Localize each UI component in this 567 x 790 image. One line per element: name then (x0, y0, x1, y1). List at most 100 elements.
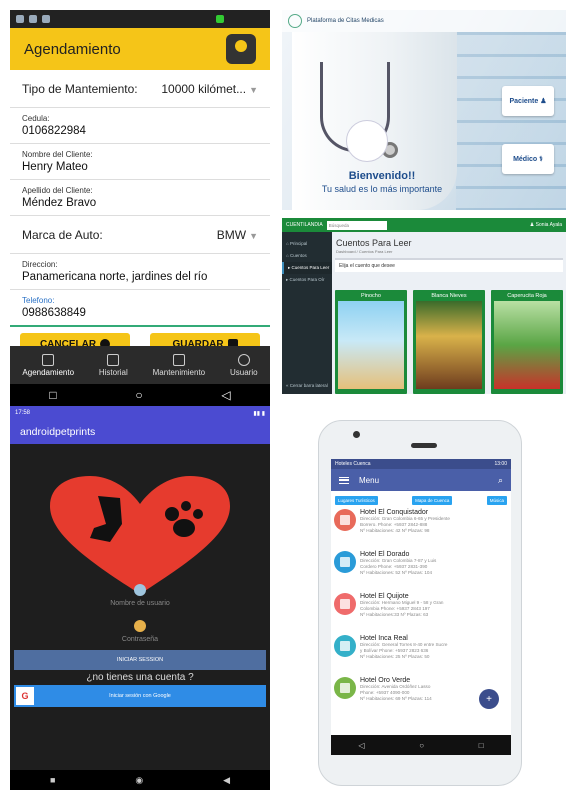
breadcrumb[interactable]: Dashboard / Cuentos Para Leer (332, 249, 566, 254)
user-icon (134, 584, 146, 596)
notification-icon (42, 15, 50, 23)
apellido-field[interactable]: Apellido del Cliente: Méndez Bravo (10, 180, 270, 216)
hotel-name: Hotel El Dorado (360, 551, 410, 558)
home-button[interactable]: ◉ (135, 775, 143, 786)
user-icon (237, 353, 250, 366)
hotel-avatar-icon (334, 593, 356, 615)
cedula-field[interactable]: Cedula: 0106822984 (10, 108, 270, 144)
list-item[interactable]: Hotel El Conquistador Dirección: Gran Co… (331, 507, 511, 549)
marca-select[interactable]: Marca de Auto: BMW ▼ (10, 216, 270, 254)
prompt-box: Elija el cuento que desee (335, 258, 563, 272)
story-cards: Pinocho Blanca Nieves Caperucita Roja (335, 290, 563, 394)
search-input[interactable]: Búsqueda (326, 220, 387, 230)
speaker-icon (411, 443, 437, 448)
story-card-pinocho[interactable]: Pinocho (335, 290, 407, 394)
back-button[interactable]: ◁ (358, 741, 364, 750)
book-icon (107, 353, 120, 366)
nombre-label: Nombre del Cliente: (22, 150, 93, 159)
home-button[interactable]: ○ (419, 741, 424, 750)
recents-button[interactable]: □ (49, 388, 56, 402)
list-item[interactable]: Hotel Inca Real Dirección: General Torre… (331, 633, 511, 675)
story-card-caperucita[interactable]: Caperucita Roja (491, 290, 563, 394)
cedula-label: Cedula: (22, 114, 50, 123)
telefono-value: 0988638849 (22, 307, 86, 319)
brand: CUENTILANDIA (286, 222, 323, 228)
nav-usuario[interactable]: Usuario (230, 353, 258, 377)
heart-logo (50, 476, 230, 594)
hotel-name: Hotel Oro Verde (360, 677, 411, 684)
hoteles-screen: Hoteles Cuenca 13:00 Menu ⌕ Lugares Turí… (331, 459, 511, 755)
nav-agendamiento[interactable]: Agendamiento (22, 353, 74, 377)
menu-title: Menu (359, 475, 380, 485)
medico-button[interactable]: Médico ⚕ (502, 144, 554, 174)
chip-musica[interactable]: Música (486, 496, 507, 505)
marca-value: BMW (216, 227, 247, 242)
sidebar-item-cuentos-oir[interactable]: ▸ Cuentos Para Oír (282, 274, 332, 286)
search-icon[interactable]: ⌕ (498, 475, 503, 486)
google-label: Iniciar sesión con Google (109, 693, 171, 699)
hotel-name: Hotel El Conquistador (360, 509, 429, 516)
password-label[interactable]: Contraseña (10, 636, 270, 643)
cedula-value: 0106822984 (22, 125, 86, 137)
marca-label: Marca de Auto: (22, 227, 103, 242)
system-nav: ◁ ○ □ (331, 735, 511, 755)
back-button[interactable]: ◁ (221, 388, 230, 402)
status-bar (10, 10, 270, 28)
chip-lugares[interactable]: Lugares Turísticos (335, 496, 378, 505)
tipo-mantenimiento-select[interactable]: Tipo de Mantemiento: 10000 kilómet... ▼ (10, 70, 270, 108)
cuentilandia-screen: CUENTILANDIA Búsqueda ♟ Sonia Ayala ⌂ Pr… (282, 218, 566, 394)
telefono-field[interactable]: Telefono: 0988638849 (10, 290, 270, 327)
collapse-sidebar[interactable]: « Cerrar barra lateral (282, 380, 328, 392)
no-account-link[interactable]: ¿no tienes una cuenta ? (10, 672, 270, 683)
main-content: Cuentos Para Leer Dashboard / Cuentos Pa… (332, 232, 566, 394)
tipo-label: Tipo de Mantemiento: (22, 81, 138, 96)
nombre-field[interactable]: Nombre del Cliente: Henry Mateo (10, 144, 270, 180)
apellido-value: Méndez Bravo (22, 197, 97, 209)
mechanic-icon (226, 34, 256, 64)
nav-historial[interactable]: Historial (98, 353, 128, 377)
pinocho-image (338, 301, 404, 389)
recents-button[interactable]: □ (479, 741, 484, 750)
status-bar: 17:58 ▮▮ ▮ (10, 406, 270, 420)
username-label[interactable]: Nombre de usuario (10, 600, 270, 607)
sidebar-item-cuentos[interactable]: ⌂ Cuentos (282, 250, 332, 262)
google-signin-button[interactable]: G Iniciar sesión con Google (14, 685, 266, 707)
direccion-label: Direccion: (22, 260, 58, 269)
direccion-field[interactable]: Direccion: Panamericana norte, jardines … (10, 254, 270, 290)
sidebar-item-cuentos-leer[interactable]: ▸ Cuentos Para Leer (282, 262, 332, 274)
status-title: Hoteles Cuenca (335, 461, 371, 467)
apellido-label: Apellido del Cliente: (22, 186, 93, 195)
hotel-avatar-icon (334, 677, 356, 699)
sidebar: ⌂ Principal ⌂ Cuentos ▸ Cuentos Para Lee… (282, 232, 332, 394)
list-item[interactable]: Hotel El Dorado Dirección: Gran Colombia… (331, 549, 511, 591)
battery-icon (216, 15, 224, 23)
category-chips: Lugares Turísticos Mapa de Cuenca Música (331, 491, 511, 507)
hamburger-icon[interactable] (339, 476, 349, 484)
back-button[interactable]: ◀ (223, 775, 230, 786)
nav-label: Historial (98, 367, 128, 377)
notification-icon (29, 15, 37, 23)
status-icons: ▮▮ ▮ (253, 410, 265, 417)
top-bar: Plataforma de Citas Medicas (282, 10, 566, 32)
hotel-avatar-icon (334, 509, 356, 531)
chip-mapa[interactable]: Mapa de Cuenca (412, 496, 453, 505)
notification-icon (16, 15, 24, 23)
add-button[interactable]: + (479, 689, 499, 709)
page-title: Cuentos Para Leer (336, 238, 412, 248)
sidebar-item-principal[interactable]: ⌂ Principal (282, 238, 332, 250)
login-button[interactable]: INICIAR SESSION (14, 650, 266, 670)
hotel-rooms: Nº Habitaciones: 42 Nº Plazas: 98 (360, 528, 430, 533)
paciente-button[interactable]: Paciente ♟ (502, 86, 554, 116)
story-card-blanca-nieves[interactable]: Blanca Nieves (413, 290, 485, 394)
recents-button[interactable]: ■ (50, 775, 55, 785)
tipo-value: 10000 kilómet... (161, 81, 247, 96)
direccion-value: Panamericana norte, jardines del río (22, 271, 208, 283)
list-item[interactable]: Hotel El Quijote Dirección: Hermano Migu… (331, 591, 511, 633)
phone-frame: Hoteles Cuenca 13:00 Menu ⌕ Lugares Turí… (318, 420, 522, 786)
nav-mantenimiento[interactable]: Mantenimiento (153, 353, 205, 377)
hoteles-phone: Hoteles Cuenca 13:00 Menu ⌕ Lugares Turí… (318, 420, 522, 786)
home-button[interactable]: ○ (135, 388, 142, 402)
hotel-name: Hotel Inca Real (360, 635, 408, 642)
hospital-background (456, 32, 566, 210)
user-menu[interactable]: ♟ Sonia Ayala (530, 222, 562, 228)
